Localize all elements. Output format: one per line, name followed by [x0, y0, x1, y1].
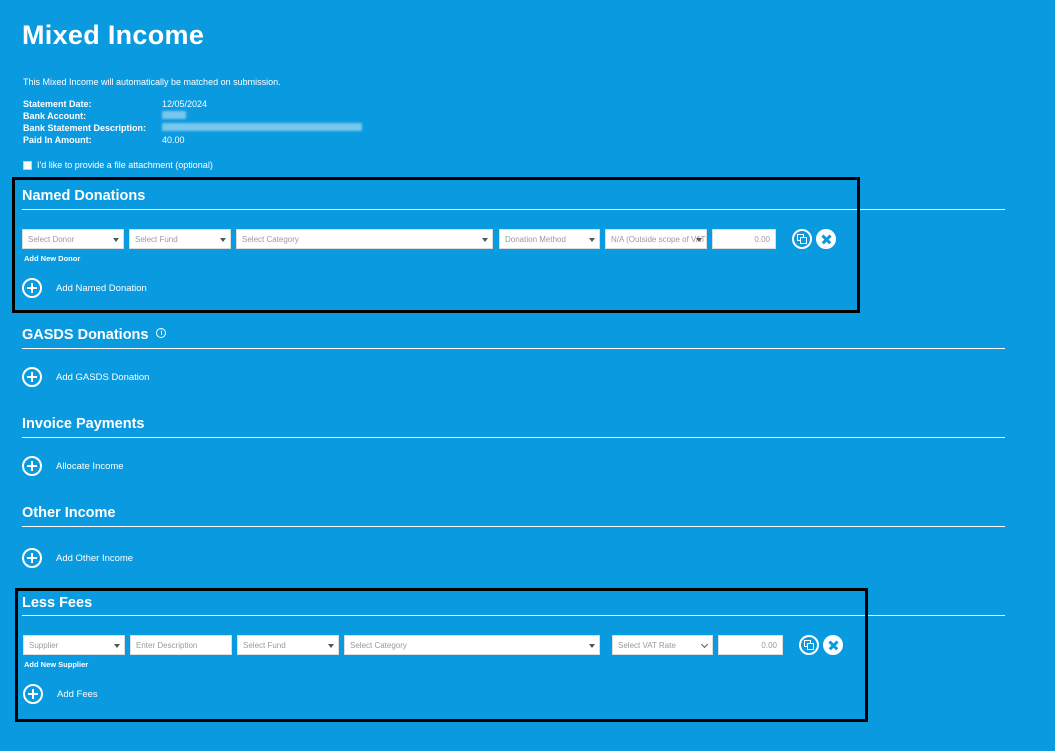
paid-in-value: 40.00 — [162, 135, 185, 145]
add-gasds-donation-button[interactable]: Add GASDS Donation — [22, 367, 149, 387]
attachment-option[interactable]: I'd like to provide a file attachment (o… — [23, 160, 213, 170]
less-fees-highlight — [15, 588, 868, 722]
attachment-checkbox[interactable] — [23, 160, 32, 170]
bank-account-row: Bank Account: — [23, 111, 186, 121]
invoice-payments-title: Invoice Payments — [22, 416, 145, 432]
info-icon[interactable]: i — [156, 328, 167, 339]
named-donations-highlight — [12, 177, 860, 313]
add-other-income-label: Add Other Income — [56, 552, 134, 564]
paid-in-label: Paid In Amount: — [23, 135, 92, 145]
allocate-income-button[interactable]: Allocate Income — [22, 456, 124, 476]
paid-in-row: Paid In Amount: 40.00 — [23, 135, 185, 145]
bank-description-value — [162, 123, 362, 133]
invoice-payments-divider — [22, 437, 1005, 438]
plus-circle-icon — [22, 367, 42, 387]
add-gasds-label: Add GASDS Donation — [56, 371, 150, 383]
allocate-income-label: Allocate Income — [56, 460, 124, 472]
plus-circle-icon — [22, 548, 42, 568]
page-title: Mixed Income — [22, 20, 205, 50]
statement-date-label: Statement Date: — [23, 99, 92, 109]
statement-date-row: Statement Date: 12/05/2024 — [23, 99, 207, 109]
gasds-divider — [22, 348, 1005, 349]
add-other-income-button[interactable]: Add Other Income — [22, 548, 133, 568]
other-income-divider — [22, 526, 1005, 527]
plus-circle-icon — [22, 456, 42, 476]
attachment-label: I'd like to provide a file attachment (o… — [37, 160, 213, 170]
gasds-title: GASDS Donations i — [22, 327, 167, 343]
bank-account-value — [162, 111, 186, 121]
bank-account-label: Bank Account: — [23, 111, 87, 121]
bank-description-row: Bank Statement Description: — [23, 123, 362, 133]
auto-match-note: This Mixed Income will automatically be … — [23, 77, 281, 87]
statement-date-value: 12/05/2024 — [162, 99, 208, 109]
other-income-title: Other Income — [22, 505, 116, 521]
bank-description-label: Bank Statement Description: — [23, 123, 147, 133]
